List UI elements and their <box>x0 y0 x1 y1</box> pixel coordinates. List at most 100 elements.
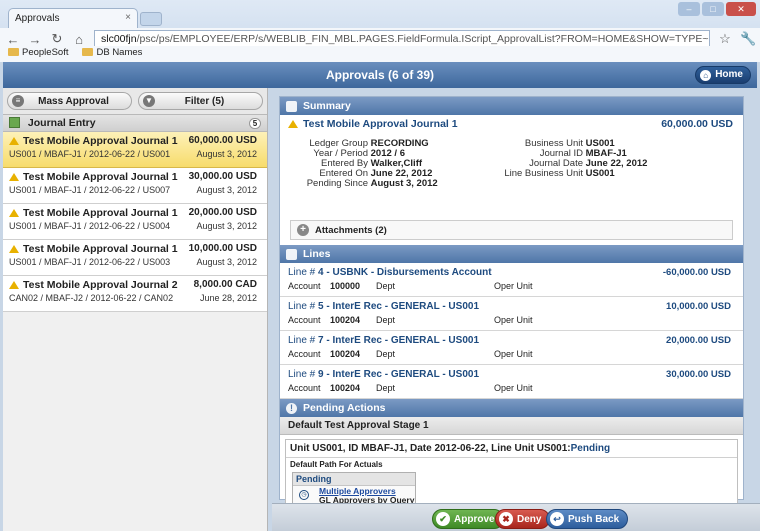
line-description: - InterE Rec - GENERAL - US001 <box>323 301 480 312</box>
approval-list-panel: ≡ Mass Approval ▼ Filter (5) Journal Ent… <box>3 88 268 531</box>
journal-line[interactable]: Line # 7 - InterE Rec - GENERAL - US001 2… <box>280 331 743 365</box>
list-item-amount: 10,000.00 USD <box>188 243 257 254</box>
home-label: Home <box>715 69 743 80</box>
list-item-amount: 60,000.00 USD <box>188 135 257 146</box>
account-value: 100000 <box>330 281 361 291</box>
bookmarks-bar: PeopleSoft DB Names <box>0 46 760 62</box>
list-item-amount: 8,000.00 CAD <box>193 279 257 290</box>
app-header: Approvals (6 of 39) ⌂ Home <box>3 62 757 88</box>
back-icon[interactable]: ← <box>6 32 20 47</box>
approval-stage: Default Test Approval Stage 1 <box>280 417 743 435</box>
pending-box-title: Pending <box>293 473 415 486</box>
page-title: Approvals (6 of 39) <box>325 68 435 82</box>
push-back-button[interactable]: ↩ Push Back <box>546 509 629 529</box>
list-item-date: June 28, 2012 <box>199 293 257 303</box>
lines-header: Lines <box>280 245 743 263</box>
bookmark-peoplesoft[interactable]: PeopleSoft <box>8 47 68 61</box>
home-icon[interactable]: ⌂ <box>72 32 86 47</box>
close-window-icon[interactable]: ✕ <box>726 2 756 16</box>
line-amount: 10,000.00 USD <box>666 301 731 312</box>
line-prefix: Line # <box>288 267 319 278</box>
line-description: - USBNK - Disbursements Account <box>323 267 492 278</box>
warning-icon <box>288 120 298 128</box>
list-item[interactable]: Test Mobile Approval Journal 1 US001 / MB… <box>3 204 267 240</box>
journal-line[interactable]: Line # 4 - USBNK - Disbursements Account… <box>280 263 743 297</box>
approval-list: Test Mobile Approval Journal 1 US001 / MB… <box>3 132 267 312</box>
folder-icon <box>8 48 19 56</box>
dept-label: Dept <box>376 315 396 325</box>
list-item-title-text: Test Mobile Approval Journal 1 <box>23 243 178 255</box>
account-value: 100204 <box>330 383 361 393</box>
list-item[interactable]: Test Mobile Approval Journal 1 US001 / MB… <box>3 168 267 204</box>
new-tab-button[interactable] <box>140 12 162 26</box>
unit-title: Unit US001, ID MBAF-J1, Date 2012-06-22,… <box>286 440 737 458</box>
bookmark-db-names[interactable]: DB Names <box>82 47 142 61</box>
list-toolbar: ≡ Mass Approval ▼ Filter (5) <box>3 88 267 114</box>
oper-unit-label: Oper Unit <box>494 383 533 393</box>
dept-label: Dept <box>376 281 396 291</box>
approval-unit-box: Unit US001, ID MBAF-J1, Date 2012-06-22,… <box>285 439 738 509</box>
reload-icon[interactable]: ↻ <box>50 31 64 47</box>
summary-amount: 60,000.00 USD <box>661 118 733 130</box>
summary-title: Test Mobile Approval Journal 1 60,000.00… <box>280 115 743 133</box>
pending-approvers-box: Pending ◷ Multiple Approvers GL Approver… <box>292 472 416 505</box>
journal-entry-section-header[interactable]: Journal Entry 5 <box>3 114 267 132</box>
summary-title-text: Test Mobile Approval Journal 1 <box>303 118 458 130</box>
wrench-icon[interactable]: 🔧 <box>740 31 756 47</box>
list-item[interactable]: Test Mobile Approval Journal 1 US001 / MB… <box>3 240 267 276</box>
line-amount: 30,000.00 USD <box>666 369 731 380</box>
list-item-date: August 3, 2012 <box>196 185 257 195</box>
approve-button[interactable]: ✔ Approve <box>432 509 504 529</box>
account-label: Account <box>288 349 321 359</box>
filter-button[interactable]: ▼ Filter (5) <box>138 92 263 110</box>
line-prefix: Line # <box>288 335 319 346</box>
list-item-date: August 3, 2012 <box>196 221 257 231</box>
back-arrow-icon: ↩ <box>550 512 564 526</box>
mass-approval-button[interactable]: ≡ Mass Approval <box>7 92 132 110</box>
unit-text: Unit US001, ID MBAF-J1, Date 2012-06-22,… <box>290 443 571 454</box>
maximize-icon[interactable]: □ <box>702 2 724 16</box>
summary-field: Line Business Unit US001 <box>495 169 647 179</box>
field-value: August 3, 2012 <box>370 178 438 189</box>
list-icon: ≡ <box>12 95 24 107</box>
deny-label: Deny <box>517 513 542 525</box>
check-icon: ✔ <box>436 512 450 526</box>
browser-tab[interactable]: Approvals × <box>8 8 138 28</box>
line-prefix: Line # <box>288 369 319 380</box>
url-path: /psc/ps/EMPLOYEE/ERP/s/WEBLIB_FIN_MBL.PA… <box>136 33 710 45</box>
star-icon[interactable]: ☆ <box>718 31 732 47</box>
dept-label: Dept <box>376 349 396 359</box>
mass-approval-label: Mass Approval <box>38 95 109 107</box>
home-button[interactable]: ⌂ Home <box>695 66 751 84</box>
journal-line[interactable]: Line # 5 - InterE Rec - GENERAL - US001 1… <box>280 297 743 331</box>
tab-title: Approvals <box>15 13 60 24</box>
list-item[interactable]: Test Mobile Approval Journal 2 CAN02 / MB… <box>3 276 267 312</box>
list-item-amount: 30,000.00 USD <box>188 171 257 182</box>
list-item-date: August 3, 2012 <box>196 149 257 159</box>
forward-icon[interactable]: → <box>28 32 42 47</box>
field-label: Pending Since <box>306 178 368 189</box>
list-item-amount: 20,000.00 USD <box>188 207 257 218</box>
list-item[interactable]: Test Mobile Approval Journal 1 US001 / MB… <box>3 132 267 168</box>
account-value: 100204 <box>330 349 361 359</box>
summary-fields-right: Business Unit US001 Journal ID MBAF-J1 Jou… <box>495 139 647 179</box>
list-item-title-text: Test Mobile Approval Journal 1 <box>23 207 178 219</box>
lines-list: Line # 4 - USBNK - Disbursements Account… <box>280 263 743 399</box>
close-tab-icon[interactable]: × <box>125 12 131 23</box>
list-item-title-text: Test Mobile Approval Journal 1 <box>23 135 178 147</box>
lines-icon <box>286 248 297 260</box>
journal-line[interactable]: Line # 9 - InterE Rec - GENERAL - US001 3… <box>280 365 743 399</box>
list-item-date: August 3, 2012 <box>196 257 257 267</box>
approval-path: Default Path For Actuals <box>290 460 383 469</box>
journal-entry-icon <box>9 117 20 128</box>
field-value: US001 <box>585 168 615 179</box>
deny-button[interactable]: ✖ Deny <box>495 509 551 529</box>
filter-label: Filter (5) <box>184 95 225 107</box>
account-label: Account <box>288 315 321 325</box>
attachments-row[interactable]: + Attachments (2) <box>290 220 733 240</box>
minimize-icon[interactable]: – <box>678 2 700 16</box>
line-details: Account 100204 Dept Oper Unit <box>288 349 735 359</box>
warning-icon <box>9 173 19 181</box>
info-icon: ! <box>286 402 297 414</box>
pending-header-label: Pending Actions <box>303 402 386 414</box>
